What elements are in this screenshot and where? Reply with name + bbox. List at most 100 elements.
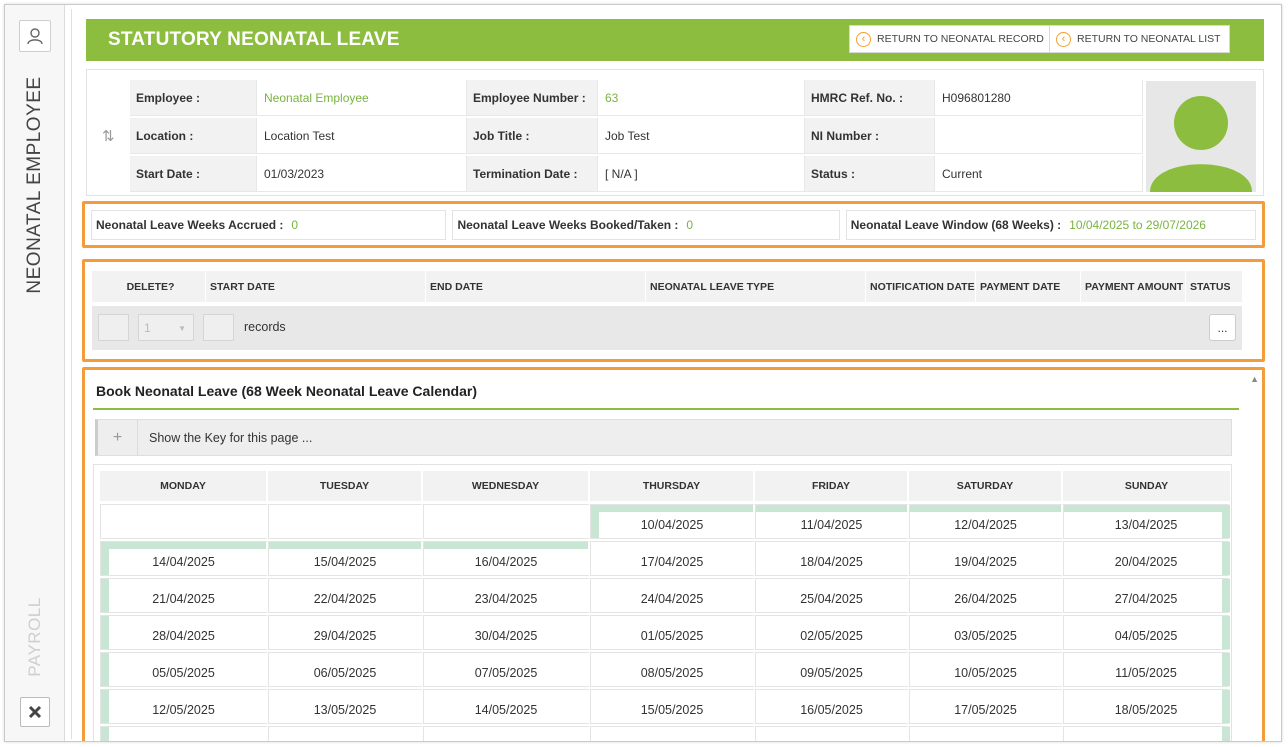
calendar-date: 24/04/2025 bbox=[640, 592, 704, 606]
calendar-day-cell[interactable]: 05/05/2025 bbox=[100, 652, 268, 687]
col-delete[interactable]: DELETE? bbox=[92, 271, 206, 302]
calendar-day-cell[interactable]: 30/04/2025 bbox=[423, 615, 590, 650]
calendar-day-cell[interactable]: 09/05/2025 bbox=[755, 652, 909, 687]
leave-window: Neonatal Leave Window (68 Weeks) : 10/04… bbox=[845, 210, 1256, 240]
calendar-day-cell[interactable]: 12/05/2025 bbox=[100, 689, 268, 724]
location-value: Location Test bbox=[257, 118, 467, 153]
calendar-day-cell[interactable]: 10/04/2025 bbox=[590, 504, 755, 539]
calendar-date: 30/04/2025 bbox=[474, 629, 538, 643]
calendar-day-cell[interactable]: 10/05/2025 bbox=[909, 652, 1063, 687]
calendar-day-cell[interactable]: 07/05/2025 bbox=[423, 652, 590, 687]
calendar-day-cell[interactable]: 08/05/2025 bbox=[590, 652, 755, 687]
calendar-day-cell[interactable]: 19/04/2025 bbox=[909, 541, 1063, 576]
booking-calendar-panel: Book Neonatal Leave (68 Week Neonatal Le… bbox=[82, 367, 1265, 741]
calendar-day-cell[interactable]: 06/05/2025 bbox=[268, 652, 423, 687]
pager-first-button[interactable] bbox=[98, 314, 129, 341]
calendar-day-cell[interactable]: 02/05/2025 bbox=[755, 615, 909, 650]
calendar-week-row: 21/04/2025 22/04/2025 23/04/2025 24/04/2… bbox=[100, 578, 1230, 613]
more-options-button[interactable]: ... bbox=[1209, 314, 1236, 341]
col-payment-date[interactable]: PAYMENT DATE bbox=[976, 271, 1081, 302]
calendar-week-row: 10/04/2025 11/04/2025 12/04/2025 13/04/2… bbox=[100, 504, 1230, 539]
calendar-day-cell[interactable]: 11/05/2025 bbox=[1063, 652, 1230, 687]
col-start-date[interactable]: START DATE bbox=[206, 271, 426, 302]
calendar-date: 18/04/2025 bbox=[800, 555, 863, 569]
calendar-day-cell[interactable]: 18/04/2025 bbox=[755, 541, 909, 576]
leave-window-marker bbox=[1222, 542, 1230, 575]
calendar-day-cell[interactable]: 29/04/2025 bbox=[268, 615, 423, 650]
calendar-day-cell[interactable]: 27/04/2025 bbox=[1063, 578, 1230, 613]
calendar-day-cell[interactable]: 21/04/2025 bbox=[100, 578, 268, 613]
calendar-day-cell[interactable] bbox=[755, 726, 909, 741]
calendar-day-cell[interactable]: 13/04/2025 bbox=[1063, 504, 1230, 539]
weeks-accrued-label: Neonatal Leave Weeks Accrued : bbox=[96, 218, 284, 232]
calendar-day-cell[interactable]: 13/05/2025 bbox=[268, 689, 423, 724]
day-header-monday: MONDAY bbox=[100, 471, 268, 501]
calendar-day-cell[interactable]: 15/04/2025 bbox=[268, 541, 423, 576]
calendar-date: 27/04/2025 bbox=[1114, 592, 1178, 606]
calendar-week-row: 12/05/2025 13/05/2025 14/05/2025 15/05/2… bbox=[100, 689, 1230, 724]
leave-window-marker bbox=[101, 542, 109, 575]
ni-number-value bbox=[935, 118, 1143, 153]
info-row: Employee : Neonatal Employee Employee Nu… bbox=[130, 80, 1143, 116]
calendar-day-cell[interactable]: 26/04/2025 bbox=[909, 578, 1063, 613]
page-select[interactable]: 1 ▼ bbox=[138, 314, 194, 341]
employee-number-value: 63 bbox=[598, 80, 805, 115]
calendar-day-cell[interactable]: 11/04/2025 bbox=[755, 504, 909, 539]
calendar-day-cell[interactable] bbox=[590, 726, 755, 741]
calendar-day-cell[interactable]: 12/04/2025 bbox=[909, 504, 1063, 539]
day-header-thursday: THURSDAY bbox=[590, 471, 755, 501]
leave-table-header: DELETE? START DATE END DATE NEONATAL LEA… bbox=[92, 271, 1242, 302]
col-end-date[interactable]: END DATE bbox=[426, 271, 646, 302]
key-toggle-bar[interactable]: + Show the Key for this page ... bbox=[95, 419, 1232, 456]
calendar-title: Book Neonatal Leave (68 Week Neonatal Le… bbox=[96, 383, 477, 399]
calendar-day-cell[interactable]: 15/05/2025 bbox=[590, 689, 755, 724]
leave-window-marker bbox=[1222, 505, 1230, 538]
leave-window-marker bbox=[1222, 727, 1230, 741]
col-notification-date[interactable]: NOTIFICATION DATE bbox=[866, 271, 976, 302]
calendar-date: 16/05/2025 bbox=[800, 703, 863, 717]
calendar-day-cell[interactable] bbox=[909, 726, 1063, 741]
return-to-record-button[interactable]: ‹ RETURN TO NEONATAL RECORD bbox=[849, 25, 1053, 53]
calendar-day-cell[interactable]: 20/04/2025 bbox=[1063, 541, 1230, 576]
calendar-day-cell[interactable]: 14/04/2025 bbox=[100, 541, 268, 576]
calendar-day-cell[interactable] bbox=[268, 726, 423, 741]
close-icon[interactable] bbox=[20, 697, 50, 727]
page-select-value: 1 bbox=[144, 320, 151, 335]
title-underline bbox=[93, 408, 1239, 410]
scroll-up-icon[interactable]: ▲ bbox=[1250, 374, 1259, 384]
return-to-list-button[interactable]: ‹ RETURN TO NEONATAL LIST bbox=[1049, 25, 1230, 53]
job-title-value: Job Test bbox=[598, 118, 805, 153]
col-status[interactable]: STATUS bbox=[1186, 271, 1242, 302]
calendar-day-cell[interactable]: 17/04/2025 bbox=[590, 541, 755, 576]
calendar-day-cell[interactable]: 18/05/2025 bbox=[1063, 689, 1230, 724]
col-payment-amount[interactable]: PAYMENT AMOUNT bbox=[1081, 271, 1186, 302]
calendar-day-cell[interactable]: 16/04/2025 bbox=[423, 541, 590, 576]
calendar-day-cell[interactable]: 16/05/2025 bbox=[755, 689, 909, 724]
calendar-day-cell[interactable]: 04/05/2025 bbox=[1063, 615, 1230, 650]
rail-payroll-link[interactable]: PAYROLL bbox=[25, 597, 45, 676]
plus-icon[interactable]: + bbox=[98, 420, 138, 455]
calendar-date: 10/05/2025 bbox=[954, 666, 1017, 680]
calendar-day-cell[interactable]: 17/05/2025 bbox=[909, 689, 1063, 724]
page-title: STATUTORY NEONATAL LEAVE bbox=[108, 29, 400, 50]
calendar-date: 25/04/2025 bbox=[800, 592, 863, 606]
calendar-day-cell[interactable]: 03/05/2025 bbox=[909, 615, 1063, 650]
calendar-day-cell[interactable]: 28/04/2025 bbox=[100, 615, 268, 650]
calendar-day-cell[interactable]: 14/05/2025 bbox=[423, 689, 590, 724]
calendar-day-cell[interactable]: 24/04/2025 bbox=[590, 578, 755, 613]
calendar-day-cell[interactable]: 01/05/2025 bbox=[590, 615, 755, 650]
user-icon[interactable] bbox=[19, 20, 51, 52]
calendar-day-cell[interactable] bbox=[100, 726, 268, 741]
leave-window-marker bbox=[1222, 579, 1230, 612]
calendar-day-cell[interactable] bbox=[1063, 726, 1230, 741]
pager-next-button[interactable] bbox=[203, 314, 234, 341]
calendar-day-cell[interactable]: 23/04/2025 bbox=[423, 578, 590, 613]
sort-arrows-icon[interactable]: ⇅ bbox=[102, 127, 115, 145]
calendar-day-cell[interactable] bbox=[423, 726, 590, 741]
calendar-day-cell[interactable]: 25/04/2025 bbox=[755, 578, 909, 613]
calendar-date: 13/05/2025 bbox=[313, 703, 377, 717]
col-leave-type[interactable]: NEONATAL LEAVE TYPE bbox=[646, 271, 866, 302]
calendar-day-cell[interactable]: 22/04/2025 bbox=[268, 578, 423, 613]
key-toggle-label[interactable]: Show the Key for this page ... bbox=[138, 431, 312, 445]
avatar-silhouette-icon bbox=[1150, 96, 1252, 192]
